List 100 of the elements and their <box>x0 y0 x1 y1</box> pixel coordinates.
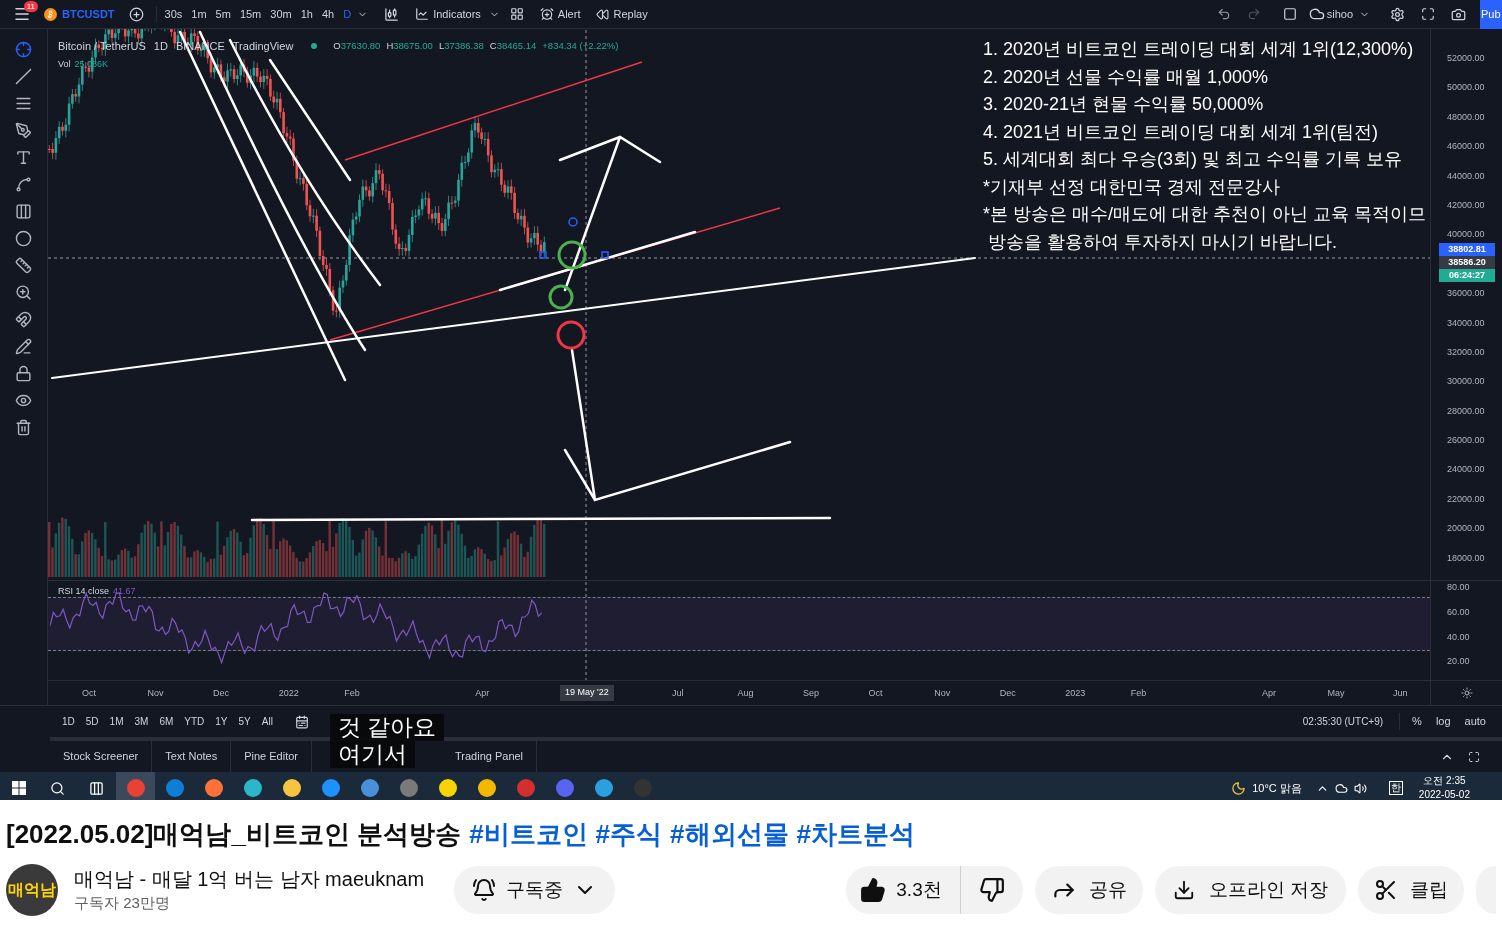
app-icon <box>282 779 301 797</box>
interval-tab[interactable]: D <box>343 5 352 23</box>
indicators-button[interactable]: Indicators <box>415 5 481 23</box>
share-button[interactable]: 공유 <box>1034 866 1143 914</box>
sun-icon[interactable] <box>1460 687 1473 699</box>
replay-button[interactable]: Replay <box>596 5 648 23</box>
interval-tab[interactable]: 4h <box>321 5 335 23</box>
clock-time: 오전 2:35 <box>1423 774 1466 788</box>
app-icon <box>516 779 535 797</box>
app-icon <box>399 779 418 797</box>
interval-tab[interactable]: 5m <box>215 5 231 23</box>
interval-tab[interactable]: 1h <box>300 5 313 23</box>
range-button[interactable]: 3M <box>134 714 149 729</box>
range-button[interactable]: 5Y <box>238 714 251 729</box>
time-label: Jun <box>1393 687 1408 700</box>
range-button[interactable]: 1M <box>109 714 124 729</box>
crosshair-icon[interactable] <box>15 41 32 58</box>
trash-icon[interactable] <box>15 419 32 436</box>
ruler-icon[interactable] <box>15 257 32 274</box>
pencil-icon[interactable] <box>15 338 32 355</box>
time-label: Nov <box>934 687 951 700</box>
fullscreen-icon[interactable] <box>1421 7 1435 21</box>
range-button[interactable]: 5D <box>85 714 99 729</box>
app-icon <box>243 779 262 797</box>
symbol-label[interactable]: BTCUSDT <box>62 5 115 23</box>
layout-icon[interactable] <box>509 7 524 21</box>
hashtag-link[interactable]: #주식 <box>595 818 663 850</box>
range-button[interactable]: All <box>261 714 273 729</box>
subscribe-button[interactable]: 구독중 <box>454 866 616 914</box>
search-icon[interactable] <box>50 780 65 796</box>
clip-button[interactable]: 클립 <box>1358 866 1464 914</box>
dislike-icon[interactable] <box>978 877 1005 903</box>
overlay-text: *기재부 선정 대한민국 경제 전문강사 <box>983 175 1280 199</box>
user-button[interactable]: sihoo <box>1308 5 1353 23</box>
app-icon <box>126 779 145 797</box>
interval-tab[interactable]: 30s <box>164 5 183 23</box>
interval-tab[interactable]: 30m <box>270 5 292 23</box>
magnet-icon[interactable] <box>15 311 32 328</box>
range-button[interactable]: 6M <box>159 714 174 729</box>
hashtag-link[interactable]: #차트분석 <box>796 818 915 850</box>
range-button[interactable]: YTD <box>184 714 205 729</box>
menu-button[interactable]: 11 <box>0 0 44 29</box>
range-button[interactable]: 1D <box>62 714 75 729</box>
circle-icon[interactable] <box>15 230 32 247</box>
channel-avatar[interactable]: 매억남 <box>6 864 58 916</box>
alert-button[interactable]: Alert <box>539 5 581 23</box>
subtitle-text: 여기서 <box>330 741 415 768</box>
interval-tab[interactable]: 15m <box>239 5 262 23</box>
price-tag: 06:24:27 <box>1439 269 1495 282</box>
eye-icon[interactable] <box>15 392 32 409</box>
price-label: 18000.00 <box>1447 552 1485 563</box>
pen-icon[interactable] <box>15 122 32 139</box>
lock-icon[interactable] <box>15 365 32 382</box>
camera-icon[interactable] <box>1451 6 1466 22</box>
interval-tab[interactable]: 1m <box>191 5 207 23</box>
chart-line-icon <box>415 7 430 21</box>
square-icon[interactable] <box>1282 7 1297 21</box>
subscriber-count: 구독자 23만명 <box>74 892 171 913</box>
app-icon <box>594 779 613 797</box>
lines-icon[interactable] <box>15 95 32 112</box>
bitcoin-icon <box>44 7 57 21</box>
columns-icon[interactable] <box>15 203 32 220</box>
download-icon <box>1172 879 1195 901</box>
download-button[interactable]: 오프라인 저장 <box>1154 866 1346 914</box>
text-icon[interactable] <box>15 149 32 166</box>
channel-name[interactable]: 매억남 - 매달 1억 버는 남자 maeuknam <box>74 865 425 892</box>
windows-logo-icon[interactable] <box>12 781 26 795</box>
zoom-icon[interactable] <box>15 284 32 301</box>
line-icon[interactable] <box>15 68 32 85</box>
overlay-text: 1. 2020년 비트코인 트레이딩 대회 세계 1위(12,300%) <box>983 38 1414 61</box>
candlestick-icon[interactable] <box>384 6 400 22</box>
clock-date: 2022-05-02 <box>1418 788 1470 800</box>
scale-option[interactable]: log <box>1435 713 1451 730</box>
price-label: 40000.00 <box>1447 229 1485 240</box>
time-label: May <box>1327 687 1345 700</box>
add-symbol-icon[interactable] <box>128 6 144 22</box>
video-title: [2022.05.02]매억남_비트코인 분석방송 <box>6 818 462 850</box>
ohlc-value: C38465.14 <box>489 39 537 54</box>
scale-option[interactable]: auto <box>1464 713 1486 730</box>
task-view-icon[interactable] <box>89 780 104 796</box>
settings-icon[interactable] <box>1390 6 1405 22</box>
time-label: Apr <box>1261 687 1276 700</box>
range-button[interactable]: 1Y <box>215 714 228 729</box>
time-label: Oct <box>868 687 883 700</box>
weather-label[interactable]: 10°C 맑음 <box>1252 779 1302 797</box>
maximize-icon[interactable] <box>1468 750 1480 763</box>
subtitle-text: 것 같아요 <box>330 714 445 741</box>
volume-icon[interactable] <box>1353 781 1367 795</box>
calendar-icon[interactable] <box>294 714 309 729</box>
undo-icon[interactable] <box>1216 7 1231 21</box>
scale-option[interactable]: % <box>1412 713 1422 730</box>
cloud-icon[interactable] <box>1334 781 1348 795</box>
ime-label[interactable]: 한 <box>1388 781 1403 795</box>
app-icon <box>555 779 574 797</box>
hashtag-link[interactable]: #비트코인 <box>469 818 588 850</box>
hashtag-link[interactable]: #해외선물 <box>670 818 789 850</box>
publish-button[interactable]: Pub <box>1480 0 1502 29</box>
spline-icon[interactable] <box>15 176 32 193</box>
time-label: Oct <box>82 687 96 700</box>
volume-label: Vol <box>58 58 71 71</box>
